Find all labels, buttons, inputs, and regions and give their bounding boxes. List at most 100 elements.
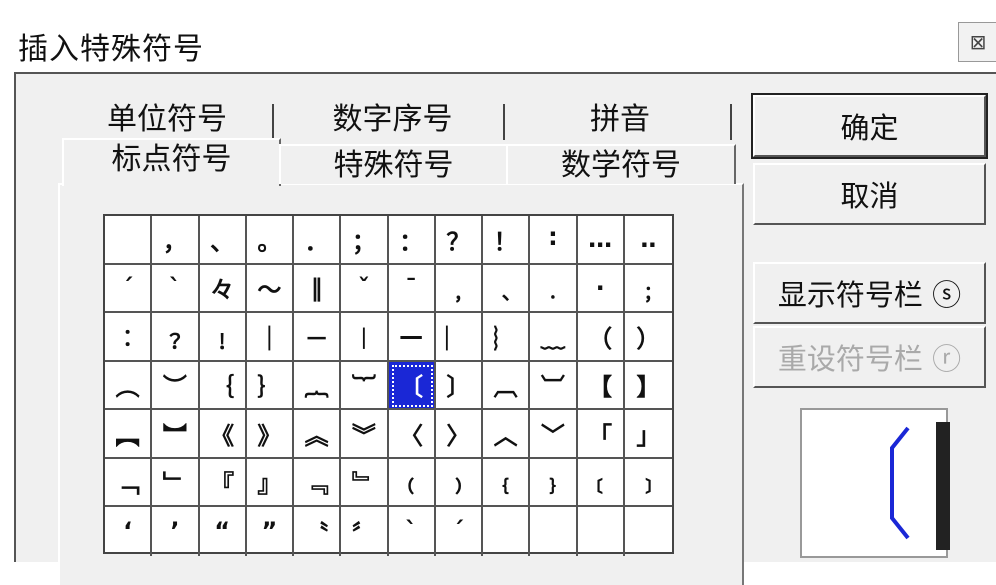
- symbol-cell[interactable]: ˊ: [436, 507, 483, 556]
- symbol-cell[interactable]: ︽: [294, 410, 342, 459]
- symbol-cell[interactable]: ︵: [105, 361, 153, 410]
- symbol-cell[interactable]: ﹄: [341, 458, 389, 507]
- symbol-cell[interactable]: 』: [246, 458, 294, 507]
- symbol-cell[interactable]: ‖: [294, 264, 342, 313]
- symbol-cell[interactable]: －: [294, 313, 342, 362]
- symbol-cell[interactable]: …: [577, 216, 625, 265]
- symbol-cell[interactable]: 》: [246, 410, 294, 459]
- symbol-cell[interactable]: ∶: [530, 216, 578, 265]
- symbol-cell[interactable]: ？: [435, 216, 483, 265]
- symbol-cell[interactable]: ︶: [152, 361, 200, 410]
- symbol-cell[interactable]: ︸: [341, 361, 389, 410]
- symbol-cell[interactable]: ﹂: [152, 458, 200, 507]
- preview-scrollbar[interactable]: [936, 422, 950, 550]
- symbol-cell[interactable]: ．: [294, 216, 342, 265]
- symbol-cell[interactable]: ˇ: [341, 264, 389, 313]
- symbol-cell[interactable]: （: [577, 313, 625, 362]
- symbol-cell[interactable]: 々: [199, 264, 247, 313]
- close-icon[interactable]: ⊠: [958, 22, 996, 62]
- symbol-cell[interactable]: ﹒: [530, 264, 578, 313]
- symbol-cell[interactable]: [625, 507, 672, 556]
- symbol-cell[interactable]: ：: [388, 216, 436, 265]
- symbol-cell[interactable]: ︳: [435, 313, 483, 362]
- symbol-cell[interactable]: ‘: [105, 507, 153, 556]
- symbol-cell[interactable]: ·: [577, 264, 625, 313]
- symbol-cell[interactable]: ︺: [530, 361, 578, 410]
- symbol-cell[interactable]: 〉: [435, 410, 483, 459]
- symbol-cell[interactable]: ﹁: [105, 458, 153, 507]
- symbol-cell[interactable]: 【: [577, 361, 625, 410]
- symbol-grid: ，、。．；：？！ ∶… ‥ ˊ ˋ 々～ ‖ ˇ ˉ ﹐ ﹑ ﹒ · ﹔ ︰ ﹖ ﹗ ｜－ ︱ — ︳ ︴ ﹏ （） ︵ ︶ ｛｝ ︷…: [103, 214, 674, 556]
- show-symbol-bar-button[interactable]: 显示符号栏 ⓢ: [753, 262, 986, 324]
- symbol-cell[interactable]: ﹔: [624, 265, 672, 313]
- symbol-cell[interactable]: ﹏: [530, 313, 578, 362]
- symbol-cell[interactable]: 〔: [388, 361, 436, 410]
- symbol-cell[interactable]: ︴: [483, 313, 531, 362]
- symbol-cell[interactable]: ﹙: [388, 458, 436, 507]
- symbol-cell[interactable]: ’: [152, 507, 200, 556]
- symbol-cell[interactable]: 〞: [341, 507, 389, 556]
- symbol-cell[interactable]: ︾: [341, 410, 389, 459]
- symbol-cell[interactable]: ～: [246, 264, 294, 313]
- symbol-cell[interactable]: 《: [199, 410, 247, 459]
- symbol-cell[interactable]: ﹞: [624, 459, 672, 507]
- symbol-cell[interactable]: 】: [624, 362, 672, 410]
- tab-divider: [272, 104, 274, 140]
- symbol-cell[interactable]: [105, 216, 153, 265]
- symbol-cell[interactable]: ﹐: [435, 264, 483, 313]
- symbol-cell[interactable]: ˋ: [389, 507, 436, 556]
- symbol-cell[interactable]: 〈: [388, 410, 436, 459]
- symbol-cell[interactable]: ︼: [152, 410, 200, 459]
- symbol-cell[interactable]: ﹚: [435, 458, 483, 507]
- symbol-preview: 〔: [800, 408, 948, 558]
- symbol-cell[interactable]: 。: [246, 216, 294, 265]
- tab-math-symbols[interactable]: 数学符号: [506, 144, 736, 184]
- symbol-cell[interactable]: 「: [577, 410, 625, 459]
- symbol-cell[interactable]: 〝: [294, 507, 342, 556]
- symbol-cell[interactable]: ﹀: [530, 410, 578, 459]
- symbol-cell[interactable]: ﹑: [483, 264, 531, 313]
- symbol-cell[interactable]: ！: [483, 216, 531, 265]
- tab-punctuation[interactable]: 标点符号: [62, 138, 281, 186]
- tab-divider: [730, 104, 732, 140]
- symbol-cell[interactable]: [530, 507, 578, 556]
- symbol-cell[interactable]: ，: [152, 216, 200, 265]
- symbol-cell[interactable]: ﹜: [530, 458, 578, 507]
- symbol-cell[interactable]: ”: [247, 507, 294, 556]
- ok-button[interactable]: 确定: [751, 93, 988, 159]
- symbol-cell[interactable]: ﹃: [294, 458, 342, 507]
- symbol-cell[interactable]: 」: [624, 410, 672, 459]
- preview-glyph-icon: [890, 426, 910, 540]
- symbol-cell[interactable]: ˋ: [152, 264, 200, 313]
- symbol-cell[interactable]: ｝: [246, 361, 294, 410]
- symbol-cell[interactable]: 〕: [435, 361, 483, 410]
- symbol-cell[interactable]: ﹛: [483, 458, 531, 507]
- symbol-cell[interactable]: ︷: [294, 361, 342, 410]
- symbol-cell[interactable]: ︻: [105, 410, 153, 459]
- tab-unit-symbols[interactable]: 单位符号: [62, 100, 272, 140]
- symbol-cell[interactable]: ｜: [246, 313, 294, 362]
- symbol-cell[interactable]: [578, 507, 625, 556]
- symbol-cell[interactable]: ｛: [199, 361, 247, 410]
- symbol-cell[interactable]: ）: [624, 313, 672, 362]
- symbol-cell[interactable]: ︿: [483, 410, 531, 459]
- cancel-button[interactable]: 取消: [753, 163, 986, 225]
- tab-special-symbols[interactable]: 特殊符号: [279, 144, 508, 184]
- tab-number-symbols[interactable]: 数字序号: [290, 100, 495, 140]
- symbol-cell[interactable]: ︰: [105, 313, 153, 362]
- symbol-cell[interactable]: ︹: [483, 361, 531, 410]
- symbol-cell[interactable]: —: [388, 313, 436, 362]
- symbol-cell[interactable]: ﹗: [199, 313, 247, 362]
- symbol-cell[interactable]: ；: [341, 216, 389, 265]
- symbol-cell[interactable]: 、: [199, 216, 247, 265]
- symbol-cell[interactable]: ︱: [341, 313, 389, 362]
- symbol-cell[interactable]: ‥: [624, 216, 672, 265]
- symbol-cell[interactable]: ˉ: [388, 264, 436, 313]
- symbol-cell[interactable]: 『: [199, 458, 247, 507]
- symbol-cell[interactable]: ˊ: [105, 264, 153, 313]
- tab-pinyin[interactable]: 拼音: [520, 100, 720, 140]
- symbol-cell[interactable]: “: [200, 507, 247, 556]
- symbol-cell[interactable]: ﹝: [577, 458, 625, 507]
- symbol-cell[interactable]: ﹖: [152, 313, 200, 362]
- symbol-cell[interactable]: [483, 507, 531, 556]
